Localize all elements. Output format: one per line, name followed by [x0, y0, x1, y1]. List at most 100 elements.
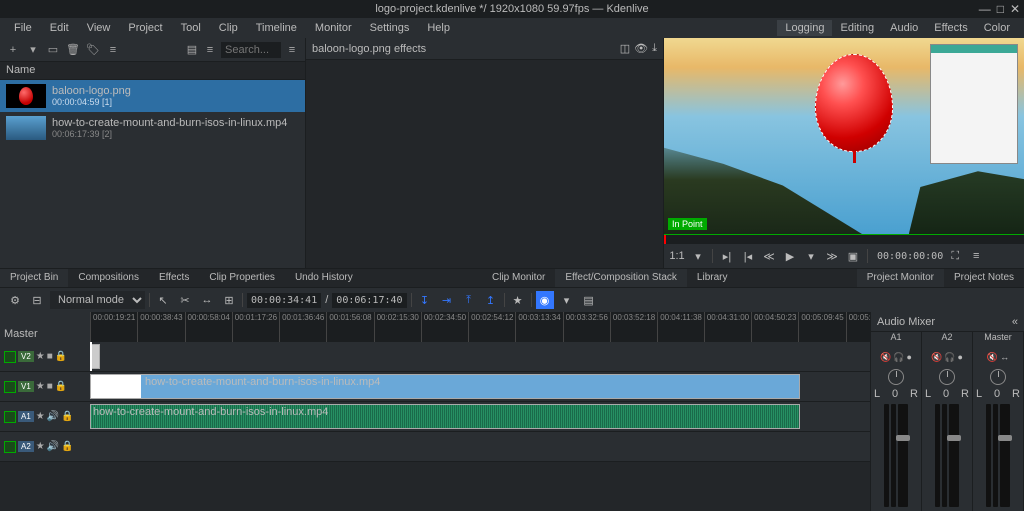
- mute-icon[interactable]: 🔇: [880, 352, 891, 363]
- tab-undo-history[interactable]: Undo History: [285, 269, 363, 287]
- chevron-down-icon[interactable]: ▾: [802, 247, 820, 265]
- layout-effects[interactable]: Effects: [926, 20, 975, 36]
- pan-knob[interactable]: [888, 369, 904, 385]
- tab-clip-properties[interactable]: Clip Properties: [199, 269, 285, 287]
- layout-color[interactable]: Color: [976, 20, 1018, 36]
- menu-timeline[interactable]: Timeline: [248, 20, 305, 36]
- lock-icon[interactable]: 🔒: [61, 441, 73, 452]
- tab-compositions[interactable]: Compositions: [68, 269, 149, 287]
- pointer-tool-icon[interactable]: ↖: [154, 291, 172, 309]
- fullscreen-icon[interactable]: ⛶: [946, 247, 964, 265]
- position-timecode[interactable]: 00:00:34:41: [247, 293, 321, 308]
- track-active-toggle[interactable]: [4, 441, 16, 453]
- bin-item[interactable]: baloon-logo.png 00:00:04:59 [1]: [0, 80, 305, 112]
- tab-project-notes[interactable]: Project Notes: [944, 269, 1024, 287]
- tag-icon[interactable]: 🏷: [86, 43, 100, 57]
- record-icon[interactable]: ●: [958, 352, 963, 362]
- folder-icon[interactable]: ▭: [46, 43, 60, 57]
- chevron-down-icon[interactable]: ▾: [689, 247, 707, 265]
- scale-selector[interactable]: 1:1: [668, 247, 686, 265]
- forward-icon[interactable]: ≫: [823, 247, 841, 265]
- record-icon[interactable]: ●: [907, 352, 912, 362]
- menu-settings[interactable]: Settings: [362, 20, 418, 36]
- pan-knob[interactable]: [990, 369, 1006, 385]
- set-in-icon[interactable]: ▸|: [718, 247, 736, 265]
- tab-clip-monitor[interactable]: Clip Monitor: [482, 269, 555, 287]
- mute-icon[interactable]: ■: [47, 381, 53, 392]
- list-icon[interactable]: ≡: [106, 43, 120, 57]
- gear-icon[interactable]: ⚙: [6, 291, 24, 309]
- search-input[interactable]: [221, 42, 281, 58]
- lock-icon[interactable]: 🔒: [55, 351, 67, 362]
- panel-menu-icon[interactable]: ≡: [285, 43, 299, 57]
- star-icon[interactable]: ★: [36, 381, 45, 392]
- favorite-icon[interactable]: ★: [509, 291, 527, 309]
- play-icon[interactable]: ▶: [781, 247, 799, 265]
- track-body[interactable]: how-to-create-mount-and-burn-isos-in-lin…: [90, 402, 870, 431]
- lock-icon[interactable]: 🔒: [55, 381, 67, 392]
- spacer-tool-icon[interactable]: ↔: [198, 291, 216, 309]
- add-clip-icon[interactable]: +: [6, 43, 20, 57]
- volume-fader[interactable]: [949, 404, 959, 507]
- pan-knob[interactable]: [939, 369, 955, 385]
- tab-library[interactable]: Library: [687, 269, 738, 287]
- monitor-options-icon[interactable]: ≡: [967, 247, 985, 265]
- tab-project-bin[interactable]: Project Bin: [0, 269, 68, 287]
- layout-audio[interactable]: Audio: [882, 20, 926, 36]
- eye-icon[interactable]: 👁: [634, 42, 648, 55]
- timeline-ruler[interactable]: 00:00:19:21 00:00:38:43 00:00:58:04 00:0…: [90, 312, 870, 342]
- timeline-clip-video[interactable]: how-to-create-mount-and-burn-isos-in-lin…: [90, 374, 800, 399]
- menu-clip[interactable]: Clip: [211, 20, 246, 36]
- mute-icon[interactable]: 🔇: [931, 352, 942, 363]
- lock-icon[interactable]: 🔒: [61, 411, 73, 422]
- speaker-icon[interactable]: 🔊: [47, 441, 59, 452]
- monitor-viewport[interactable]: In Point: [664, 38, 1024, 234]
- close-icon[interactable]: ✕: [1010, 2, 1020, 16]
- edit-mode-icon[interactable]: ▣: [844, 247, 862, 265]
- filter-icon[interactable]: ≡: [203, 43, 217, 57]
- edit-mode-select[interactable]: Normal mode: [50, 291, 145, 309]
- insert-icon[interactable]: ⇥: [438, 291, 456, 309]
- track-body[interactable]: how-to-create-mount-and-burn-isos-in-lin…: [90, 372, 870, 401]
- monitor-timecode[interactable]: 00:00:00:00: [877, 251, 943, 262]
- track-body[interactable]: [90, 432, 870, 461]
- layout-editing[interactable]: Editing: [832, 20, 882, 36]
- tab-project-monitor[interactable]: Project Monitor: [857, 269, 944, 287]
- menu-help[interactable]: Help: [419, 20, 458, 36]
- preview-render-icon[interactable]: ◉: [536, 291, 554, 309]
- overwrite-icon[interactable]: ↧: [416, 291, 434, 309]
- chevron-down-icon[interactable]: ▾: [558, 291, 576, 309]
- set-out-icon[interactable]: |◂: [739, 247, 757, 265]
- menu-monitor[interactable]: Monitor: [307, 20, 360, 36]
- lift-icon[interactable]: ↥: [482, 291, 500, 309]
- tab-effects[interactable]: Effects: [149, 269, 199, 287]
- track-head[interactable]: A2 ★ 🔊 🔒: [0, 432, 90, 461]
- master-label[interactable]: Master: [0, 312, 90, 342]
- extract-icon[interactable]: ⤒: [460, 291, 478, 309]
- volume-fader[interactable]: [1000, 404, 1010, 507]
- track-head[interactable]: A1 ★ 🔊 🔒: [0, 402, 90, 431]
- menu-view[interactable]: View: [79, 20, 119, 36]
- monitor-ruler[interactable]: [664, 234, 1024, 244]
- star-icon[interactable]: ★: [36, 411, 45, 422]
- view-mode-icon[interactable]: ▤: [185, 43, 199, 57]
- star-icon[interactable]: ★: [36, 351, 45, 362]
- maximize-icon[interactable]: □: [997, 2, 1004, 16]
- delete-icon[interactable]: 🗑: [66, 43, 80, 57]
- bin-item[interactable]: how-to-create-mount-and-burn-isos-in-lin…: [0, 112, 305, 144]
- rewind-icon[interactable]: ≪: [760, 247, 778, 265]
- volume-fader[interactable]: [898, 404, 908, 507]
- track-head[interactable]: V2 ★ ■ 🔒: [0, 342, 90, 371]
- track-comp-icon[interactable]: ⊟: [28, 291, 46, 309]
- razor-tool-icon[interactable]: ✂: [176, 291, 194, 309]
- show-audio-icon[interactable]: ▤: [580, 291, 598, 309]
- layout-logging[interactable]: Logging: [777, 20, 832, 36]
- compare-icon[interactable]: ◫: [620, 42, 630, 55]
- track-active-toggle[interactable]: [4, 381, 16, 393]
- track-active-toggle[interactable]: [4, 411, 16, 423]
- menu-project[interactable]: Project: [120, 20, 170, 36]
- menu-tool[interactable]: Tool: [173, 20, 209, 36]
- speaker-icon[interactable]: 🔊: [47, 411, 59, 422]
- track-head[interactable]: V1 ★ ■ 🔒: [0, 372, 90, 401]
- menu-file[interactable]: File: [6, 20, 40, 36]
